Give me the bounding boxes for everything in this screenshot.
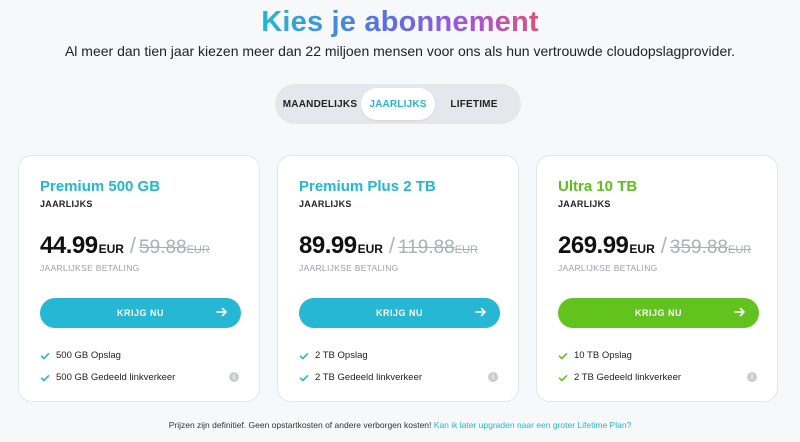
get-now-label: KRIJG NU xyxy=(634,308,682,318)
check-icon xyxy=(40,352,50,359)
feature-label: 2 TB Opslag xyxy=(315,350,368,361)
feature-label: 2 TB Gedeeld linkverkeer xyxy=(315,372,423,383)
old-price-currency: EUR xyxy=(454,244,478,256)
price-value: 269.99 xyxy=(558,232,629,259)
footer-note: Prijzen zijn definitief. Geen opstartkos… xyxy=(0,420,800,430)
feature-item: 2 TB Gedeeld linkverkeer xyxy=(558,372,681,383)
billing-note: JAARLIJKSE BETALING xyxy=(40,263,140,273)
info-icon[interactable]: i xyxy=(229,372,239,382)
old-price-value: 359.88 xyxy=(669,237,728,258)
get-now-label: KRIJG NU xyxy=(116,308,164,318)
feature-item: 2 TB Gedeeld linkverkeer xyxy=(299,372,422,383)
old-price-currency: EUR xyxy=(186,244,210,256)
check-icon xyxy=(558,352,568,359)
feature-label: 500 GB Opslag xyxy=(56,350,121,361)
plan-card-ultra-10tb: Ultra 10 TB JAARLIJKS 269.99 EUR / 359.8… xyxy=(536,155,778,402)
feature-item: 500 GB Opslag xyxy=(40,350,121,361)
plan-name: Premium Plus 2 TB xyxy=(299,178,436,195)
price-divider: / xyxy=(660,233,667,258)
plan-period: JAARLIJKS xyxy=(558,199,611,209)
check-icon xyxy=(299,352,309,359)
get-now-button[interactable]: KRIJG NU xyxy=(40,298,241,328)
price-currency: EUR xyxy=(98,242,124,256)
price-currency: EUR xyxy=(629,242,655,256)
feature-item: 500 GB Gedeeld linkverkeer xyxy=(40,372,175,383)
plan-period: JAARLIJKS xyxy=(299,199,352,209)
feature-item: 2 TB Opslag xyxy=(299,350,368,361)
page-title: Kies je abonnement xyxy=(261,6,539,38)
toggle-option-yearly[interactable]: JAARLIJKS xyxy=(361,88,435,120)
toggle-option-lifetime[interactable]: LIFETIME xyxy=(435,88,513,120)
plan-period: JAARLIJKS xyxy=(40,199,93,209)
get-now-button[interactable]: KRIJG NU xyxy=(299,298,500,328)
price-divider: / xyxy=(388,233,396,258)
info-icon[interactable]: i xyxy=(747,372,757,382)
arrow-right-icon xyxy=(216,307,227,317)
billing-period-toggle: MAANDELIJKS JAARLIJKS LIFETIME xyxy=(275,84,521,124)
billing-note: JAARLIJKSE BETALING xyxy=(299,263,399,273)
get-now-button[interactable]: KRIJG NU xyxy=(558,298,759,328)
feature-label: 500 GB Gedeeld linkverkeer xyxy=(56,372,176,383)
check-icon xyxy=(299,374,309,381)
feature-item: 10 TB Opslag xyxy=(558,350,632,361)
plan-name: Ultra 10 TB xyxy=(558,178,638,195)
plan-name: Premium 500 GB xyxy=(40,178,161,195)
plan-card-premium-plus-2tb: Premium Plus 2 TB JAARLIJKS 89.99 EUR / … xyxy=(277,155,519,402)
plan-card-premium-500gb: Premium 500 GB JAARLIJKS 44.99 EUR / 59.… xyxy=(18,155,260,402)
arrow-right-icon xyxy=(734,307,745,317)
price-currency: EUR xyxy=(357,242,383,256)
price-divider: / xyxy=(129,233,137,258)
check-icon xyxy=(558,374,568,381)
page-subtitle: Al meer dan tien jaar kiezen meer dan 22… xyxy=(64,43,736,59)
upgrade-lifetime-link[interactable]: Kan ik later upgraden naar een groter Li… xyxy=(434,420,632,430)
feature-label: 10 TB Opslag xyxy=(574,350,632,361)
get-now-label: KRIJG NU xyxy=(375,308,423,318)
info-icon[interactable]: i xyxy=(488,372,498,382)
check-icon xyxy=(40,374,50,381)
old-price-value: 59.88 xyxy=(139,237,187,258)
price-value: 44.99 xyxy=(40,232,98,259)
price-row: 89.99 EUR / 119.88 EUR xyxy=(299,232,478,260)
old-price-currency: EUR xyxy=(728,244,752,256)
toggle-option-monthly[interactable]: MAANDELIJKS xyxy=(279,88,361,120)
arrow-right-icon xyxy=(475,307,486,317)
price-row: 44.99 EUR / 59.88 EUR xyxy=(40,232,210,260)
footer-text: Prijzen zijn definitief. Geen opstartkos… xyxy=(168,420,432,430)
billing-note: JAARLIJKSE BETALING xyxy=(558,263,658,273)
price-row: 269.99 EUR / 359.88 EUR xyxy=(558,232,751,260)
old-price-value: 119.88 xyxy=(398,237,455,258)
feature-label: 2 TB Gedeeld linkverkeer xyxy=(574,372,682,383)
price-value: 89.99 xyxy=(299,232,357,259)
